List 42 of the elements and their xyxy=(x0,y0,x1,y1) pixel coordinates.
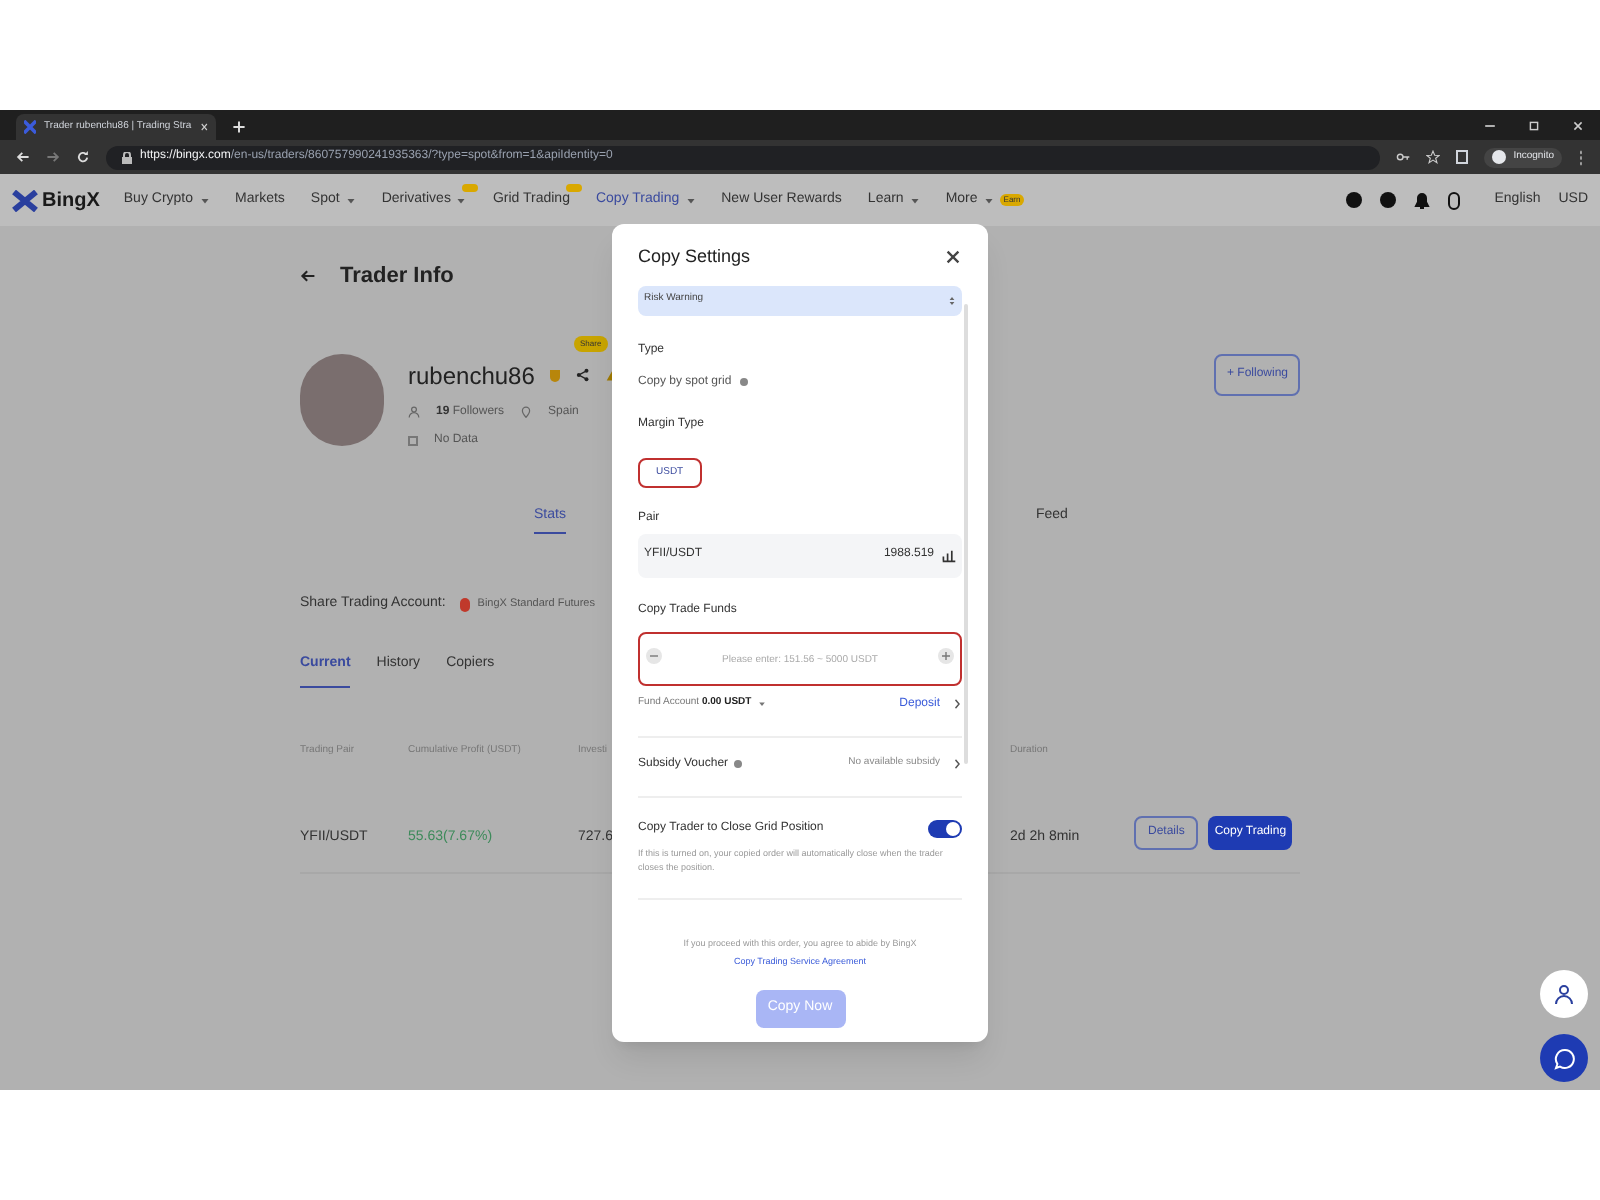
chevron-icon xyxy=(952,698,962,710)
page-title: Trader Info xyxy=(340,262,454,292)
minimize-icon[interactable] xyxy=(1484,120,1496,132)
person-icon xyxy=(408,406,420,418)
location-icon xyxy=(520,406,533,418)
shield-icon xyxy=(550,369,561,381)
forward-icon[interactable] xyxy=(46,150,60,164)
chat-icon xyxy=(1553,1047,1575,1069)
menu-icon[interactable] xyxy=(1578,149,1584,165)
user-float-button[interactable] xyxy=(1540,970,1588,1018)
dialog-title: Copy Settings xyxy=(638,244,751,270)
sidebar-icon[interactable] xyxy=(1455,150,1468,164)
bell-icon[interactable] xyxy=(1414,191,1431,209)
logo-text[interactable]: BingX xyxy=(42,185,100,215)
back-arrow-icon[interactable] xyxy=(300,268,316,285)
caret-icon[interactable] xyxy=(757,700,766,708)
info-icon xyxy=(734,760,743,768)
close-icon[interactable] xyxy=(944,248,962,267)
person-icon xyxy=(1554,984,1574,1004)
reload-icon[interactable] xyxy=(76,150,90,164)
back-icon[interactable] xyxy=(16,150,30,164)
scrollbar[interactable] xyxy=(964,304,968,764)
chevron-icon[interactable] xyxy=(952,758,962,770)
share-icon[interactable] xyxy=(576,368,591,382)
chat-float-button[interactable] xyxy=(1540,1034,1588,1082)
avatar-icon xyxy=(1491,150,1506,164)
sort-icon xyxy=(948,295,956,305)
star-icon[interactable] xyxy=(1425,150,1440,164)
lock-icon xyxy=(122,151,132,163)
key-icon[interactable] xyxy=(1395,150,1410,164)
info-icon xyxy=(739,378,748,386)
bingx-logo-icon xyxy=(12,189,38,211)
maximize-icon[interactable] xyxy=(1528,120,1540,132)
new-tab-icon[interactable] xyxy=(232,120,246,134)
bingx-logo-icon xyxy=(24,120,37,134)
trader-name: rubenchu86 xyxy=(408,359,535,393)
account-icon[interactable] xyxy=(1380,192,1397,208)
toggle-switch[interactable] xyxy=(928,819,962,837)
avatar-photo xyxy=(300,353,384,445)
badge-icon xyxy=(459,597,470,612)
chart-icon[interactable] xyxy=(942,548,956,562)
note-icon xyxy=(408,435,418,445)
